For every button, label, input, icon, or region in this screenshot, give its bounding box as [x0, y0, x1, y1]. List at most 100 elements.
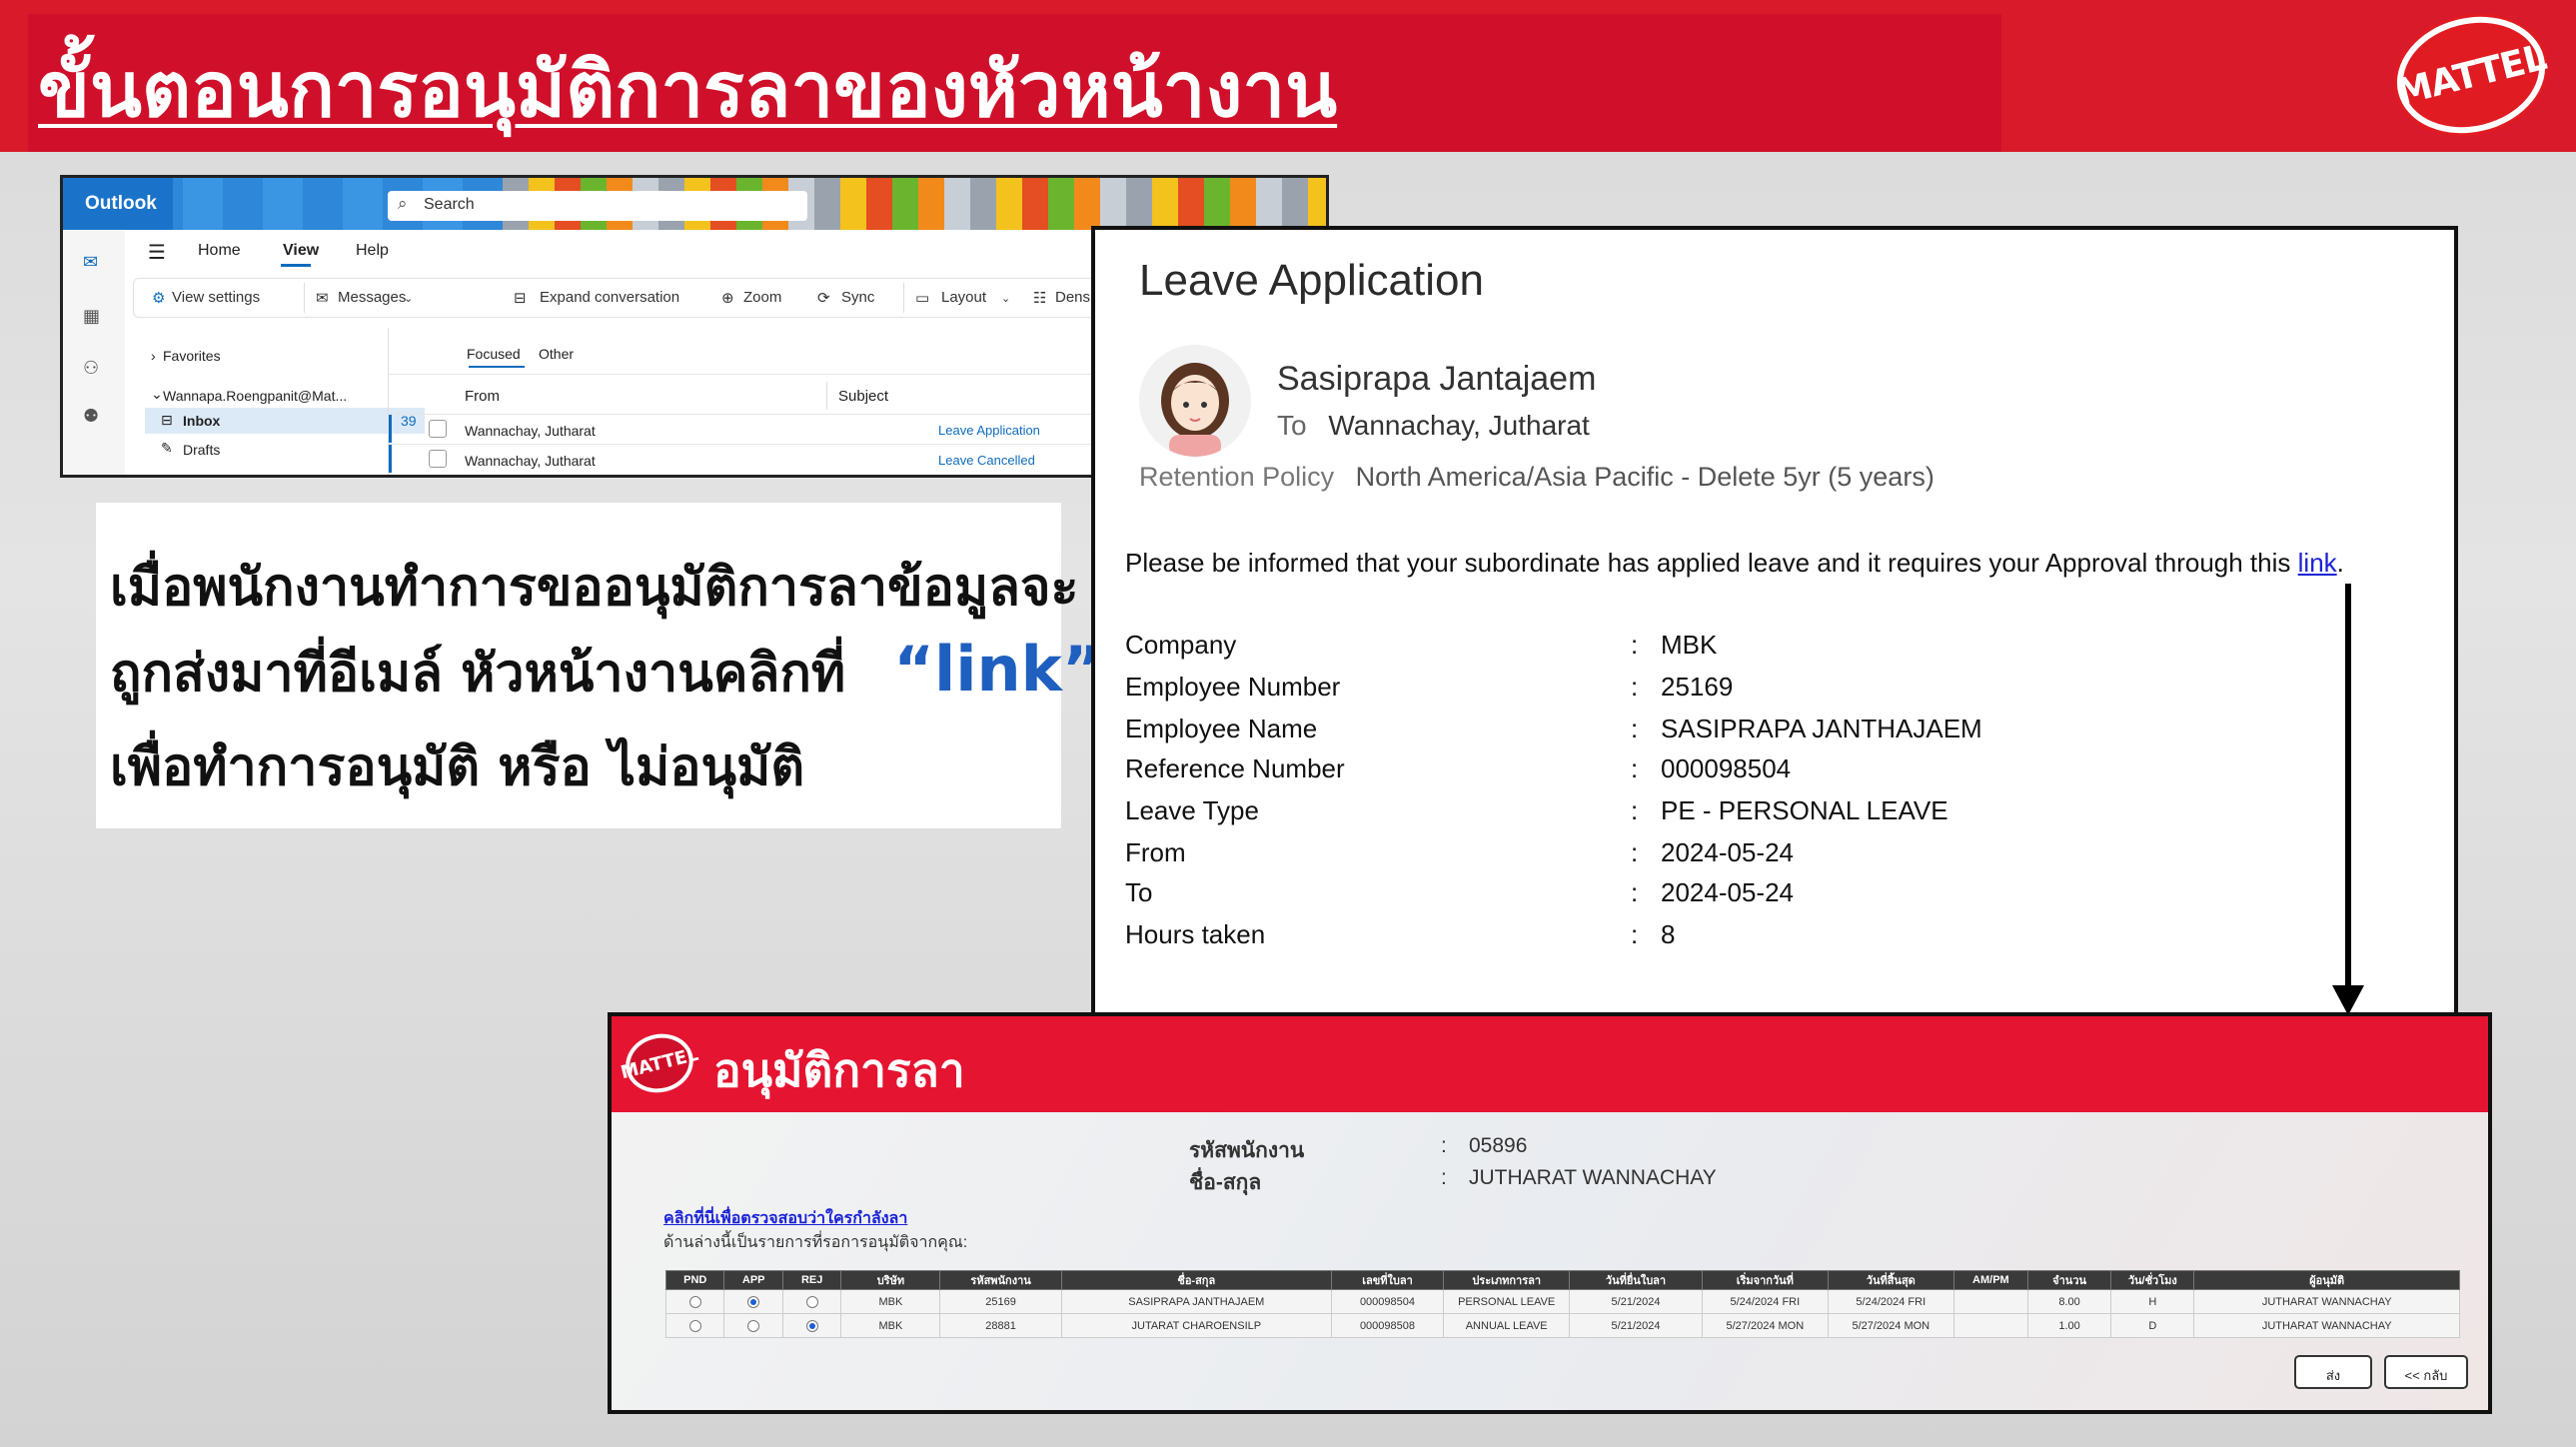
table-header: PND APP REJ บริษัท รหัสพนักงาน ชื่อ-สกุล เลขที…: [664, 1270, 2460, 1290]
menu-view[interactable]: View: [283, 242, 319, 260]
back-button[interactable]: << กลับ: [2384, 1355, 2468, 1389]
row-checkbox[interactable]: [429, 420, 447, 438]
table-cell: [1952, 1289, 2028, 1314]
calendar-icon[interactable]: ▦: [83, 306, 105, 326]
table-cell: 5/24/2024 FRI: [1701, 1289, 1829, 1314]
arrow-down-icon: [2332, 985, 2364, 1015]
tab-focused[interactable]: Focused: [467, 346, 521, 362]
field-value: PE - PERSONAL LEAVE: [1661, 795, 1948, 825]
field-label: Employee Number: [1125, 672, 1341, 702]
menu-home[interactable]: Home: [198, 242, 241, 260]
ribbon-divider: [304, 283, 305, 313]
table-cell: JUTHARAT WANNACHAY: [2193, 1313, 2460, 1338]
column-header: เริ่มจากวันที่: [1701, 1270, 1829, 1290]
colon: :: [1631, 672, 1639, 702]
table-row: MBK 25169 SASIPRAPA JANTHAJAEM 000098504 PER…: [664, 1289, 2460, 1314]
app-rail: ✉ ▦ ⚇ ⚉: [63, 230, 125, 475]
radio-pnd[interactable]: [688, 1295, 701, 1308]
submit-button[interactable]: ส่ง: [2294, 1355, 2372, 1389]
sender-name: Sasiprapa Jantajaem: [1277, 360, 1597, 398]
expand-conversation-button[interactable]: Expand conversation: [540, 289, 679, 306]
field-label: From: [1125, 837, 1186, 867]
layout-icon: ▭: [915, 290, 930, 307]
colon: :: [1631, 753, 1639, 783]
field-label: Employee Name: [1125, 714, 1318, 743]
pending-list-caption: ด้านล่างนี้เป็นรายการที่รอการอนุมัติจากค…: [663, 1234, 968, 1251]
table-cell: 000098504: [1330, 1289, 1445, 1314]
emp-code-value: 05896: [1469, 1134, 1528, 1157]
message-subject[interactable]: Leave Application: [938, 423, 1040, 438]
check-who-on-leave-link[interactable]: คลิกที่นี่เพื่อตรวจสอบว่าใครกำลังลา: [663, 1206, 907, 1231]
messages-button[interactable]: Messages: [338, 289, 406, 306]
table-cell: JUTARAT CHAROENSILP: [1060, 1313, 1332, 1338]
chevron-down-icon: ⌄: [151, 386, 163, 402]
view-settings-button[interactable]: View settings: [172, 289, 260, 306]
column-header: AM/PM: [1952, 1270, 2028, 1290]
field-label: Company: [1125, 630, 1237, 660]
drafts-folder[interactable]: Drafts: [183, 442, 220, 458]
column-subject[interactable]: Subject: [838, 388, 888, 405]
approval-page: MATTEL อนุมัติการลา รหัสพนักงาน : 05896 …: [608, 1012, 2492, 1414]
field-label: To: [1125, 877, 1153, 907]
row-checkbox[interactable]: [429, 450, 447, 468]
instruction-line-2-text: ถูกส่งมาที่อีเมล์ หัวหน้างานคลิกที่: [110, 644, 846, 704]
inbox-icon: ⊟: [161, 412, 173, 428]
table-cell: 5/27/2024 MON: [1827, 1313, 1954, 1338]
approval-link[interactable]: link: [2298, 548, 2337, 578]
notice-body: Please be informed that your subordinate…: [1125, 548, 2291, 578]
colon: :: [1441, 1134, 1447, 1157]
email-title: Leave Application: [1139, 256, 1484, 305]
chevron-right-icon: ›: [151, 348, 156, 364]
hamburger-icon[interactable]: ☰: [148, 240, 166, 265]
search-placeholder: Search: [424, 196, 475, 213]
recipient-line: To Wannachay, Jutharat: [1277, 410, 1590, 442]
chevron-down-icon: ⌄: [1001, 293, 1011, 305]
colon: :: [1631, 877, 1639, 907]
name-value: JUTHARAT WANNACHAY: [1469, 1166, 1717, 1189]
radio-rej[interactable]: [805, 1319, 818, 1332]
table-cell: 000098508: [1330, 1313, 1445, 1338]
radio-pnd[interactable]: [688, 1319, 701, 1332]
table-cell: 5/21/2024: [1569, 1313, 1703, 1338]
avatar: [1139, 345, 1251, 457]
view-settings-icon: ⚙: [152, 290, 166, 307]
table-cell: H: [2110, 1289, 2195, 1314]
table-cell: MBK: [840, 1313, 941, 1338]
colon: :: [1631, 795, 1639, 825]
message-subject[interactable]: Leave Cancelled: [938, 453, 1035, 468]
column-header: วันที่สิ้นสุด: [1827, 1270, 1954, 1290]
table-cell: PERSONAL LEAVE: [1443, 1289, 1571, 1314]
mail-icon[interactable]: ✉: [83, 252, 105, 272]
column-header: APP: [723, 1270, 783, 1290]
column-from[interactable]: From: [465, 388, 500, 405]
radio-app[interactable]: [747, 1295, 760, 1308]
menu-help[interactable]: Help: [356, 242, 389, 260]
retention-value: North America/Asia Pacific - Delete 5yr …: [1355, 462, 1934, 492]
column-header: ประเภทการลา: [1443, 1270, 1571, 1290]
radio-rej[interactable]: [805, 1295, 818, 1308]
account-folder[interactable]: Wannapa.Roengpanit@Mat...: [163, 388, 347, 404]
retention-label: Retention Policy: [1139, 462, 1335, 492]
tab-other[interactable]: Other: [539, 346, 574, 362]
message-from[interactable]: Wannachay, Jutharat: [465, 453, 596, 469]
zoom-button[interactable]: Zoom: [743, 289, 781, 306]
search-input[interactable]: ⌕ Search: [388, 191, 807, 221]
column-divider: [826, 382, 827, 410]
colon: :: [1631, 630, 1639, 660]
people-icon[interactable]: ⚇: [83, 358, 105, 378]
name-label: ชื่อ-สกุล: [1189, 1171, 1262, 1194]
table-cell: 5/24/2024 FRI: [1827, 1289, 1954, 1314]
field-value: 8: [1661, 919, 1676, 949]
sync-icon: ⟳: [817, 290, 830, 307]
favorites-folder[interactable]: Favorites: [163, 348, 221, 364]
radio-app[interactable]: [747, 1319, 760, 1332]
column-header: PND: [664, 1270, 725, 1290]
column-header: ผู้อนุมัติ: [2193, 1270, 2460, 1290]
notice-text: Please be informed that your subordinate…: [1125, 548, 2344, 579]
message-from[interactable]: Wannachay, Jutharat: [465, 423, 596, 439]
sync-button[interactable]: Sync: [841, 289, 874, 306]
groups-icon[interactable]: ⚉: [83, 406, 105, 426]
leave-application-email: Leave Application Sasiprapa Jantajaem To…: [1091, 226, 2458, 1025]
field-value: 2024-05-24: [1661, 877, 1794, 907]
layout-button[interactable]: Layout: [941, 289, 986, 306]
